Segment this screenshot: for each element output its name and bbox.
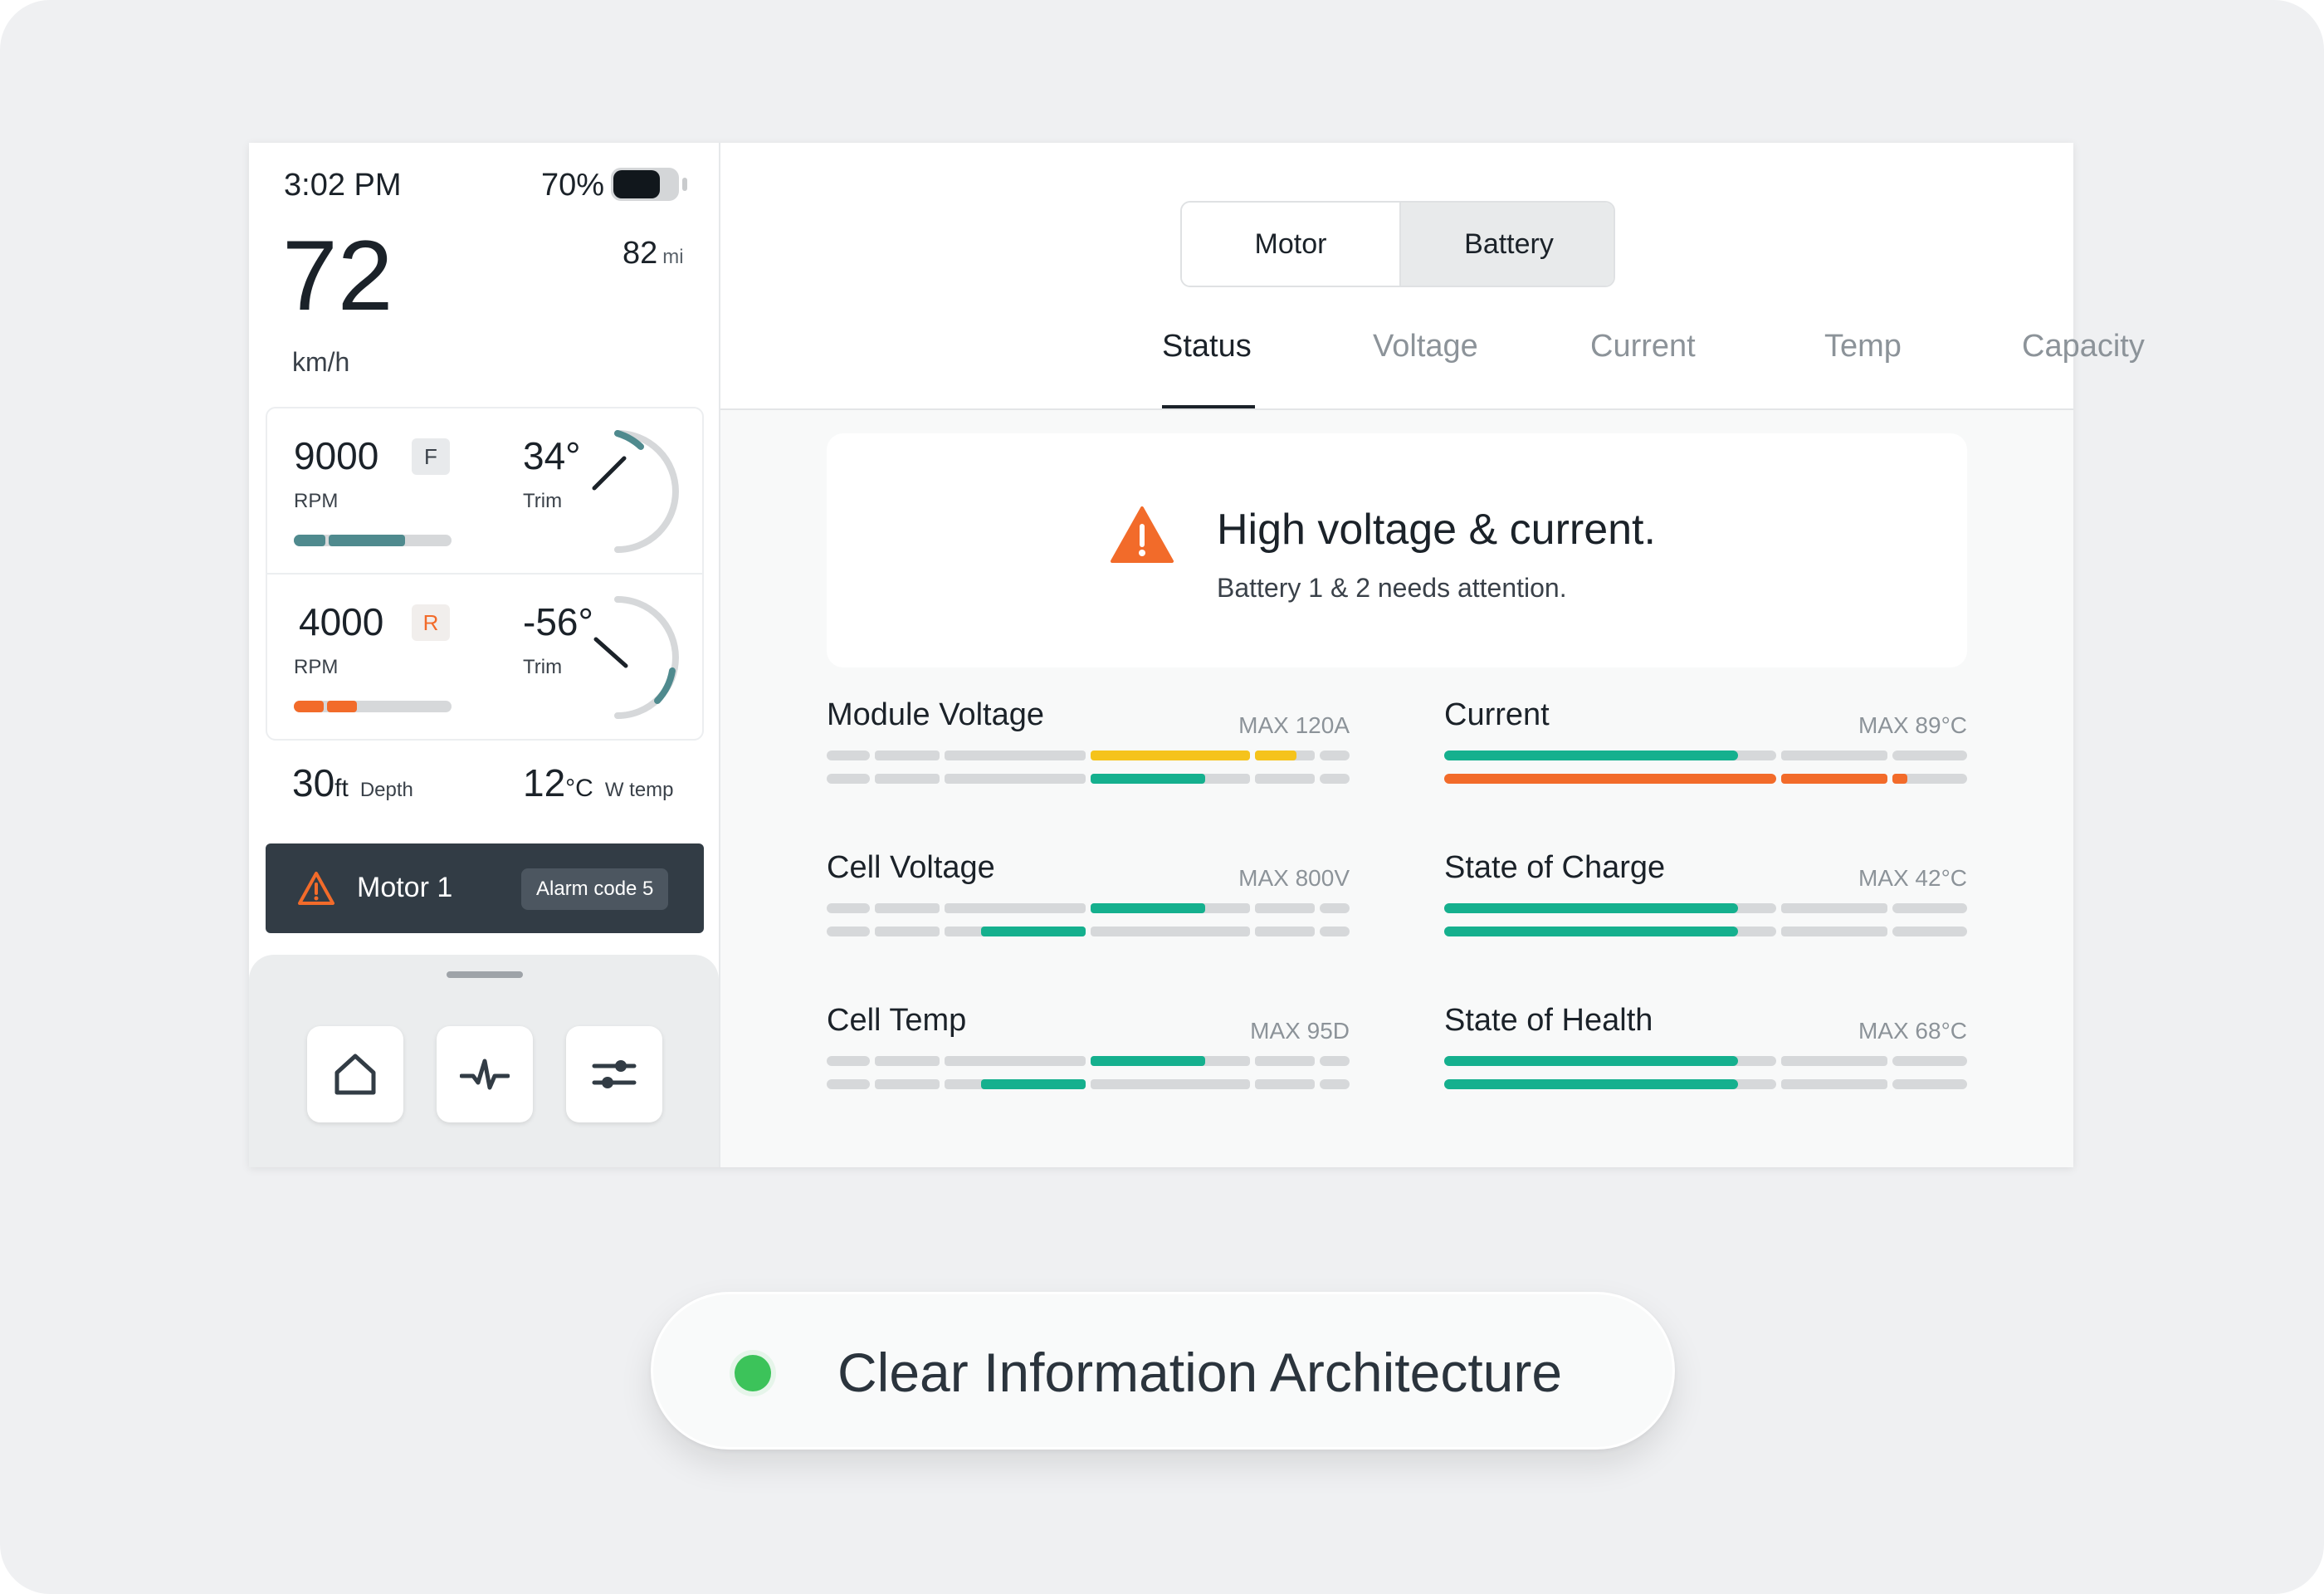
source-segmented-control: Motor Battery <box>1180 201 1615 287</box>
speed-value: 72 <box>282 220 393 331</box>
water-temp-value: 12 <box>523 761 566 804</box>
metric-max: MAX 800V <box>1238 865 1350 891</box>
depth-unit: ft <box>334 775 349 802</box>
depth-label: Depth <box>359 779 413 801</box>
metric-name: Module Voltage <box>827 697 1044 732</box>
metric-max: MAX 120A <box>1238 712 1350 738</box>
tab-capacity[interactable]: Capacity <box>2022 329 2145 364</box>
tab-current[interactable]: Current <box>1590 329 1696 364</box>
range-value: 82 <box>622 236 658 271</box>
metric-name: State of Health <box>1444 1003 1653 1038</box>
metric-state-of-charge: State of Charge MAX 42°C <box>1444 850 1967 958</box>
trim-label: Trim <box>523 656 563 678</box>
trim-label: Trim <box>523 490 563 512</box>
rpm-bar <box>294 535 452 546</box>
metric-bar <box>1444 1079 1967 1089</box>
metric-current: Current MAX 89°C <box>1444 697 1967 805</box>
gear-badge: F <box>412 438 450 475</box>
range-readout: 82 mi <box>622 236 684 271</box>
range-unit: mi <box>662 246 684 268</box>
metric-bar <box>1444 1056 1967 1066</box>
metric-bar <box>827 927 1350 936</box>
home-icon <box>334 1054 376 1095</box>
drawer-handle[interactable] <box>447 971 523 978</box>
settings-button[interactable] <box>566 1026 662 1122</box>
water-temp-unit: °C <box>565 775 593 802</box>
battery-percent: 70% <box>541 168 605 203</box>
alert-card: High voltage & current. Battery 1 & 2 ne… <box>827 433 1967 667</box>
metric-name: Current <box>1444 697 1550 732</box>
metric-name: Cell Voltage <box>827 850 995 885</box>
bottom-nav-tray <box>249 955 719 1167</box>
rpm-value: 4000 <box>299 600 384 643</box>
active-tab-indicator <box>1162 405 1255 408</box>
caption-pill: Clear Information Architecture <box>651 1292 1675 1450</box>
segment-motor[interactable]: Motor <box>1182 203 1399 286</box>
motor-row-reverse[interactable]: 4000 RPM R -56° Trim <box>267 575 702 741</box>
metric-max: MAX 68°C <box>1858 1018 1967 1044</box>
trim-value: -56° <box>523 600 593 643</box>
alarm-banner[interactable]: Motor 1 Alarm code 5 <box>266 843 704 933</box>
metric-name: State of Charge <box>1444 850 1666 885</box>
caption-text: Clear Information Architecture <box>837 1342 1563 1403</box>
metric-bar <box>827 903 1350 913</box>
metric-module-voltage: Module Voltage MAX 120A <box>827 697 1350 805</box>
metric-state-of-health: State of Health MAX 68°C <box>1444 1003 1967 1111</box>
motor-row-forward[interactable]: 9000 RPM F 34° Trim <box>267 408 702 575</box>
status-dot-icon <box>735 1355 771 1391</box>
activity-button[interactable] <box>437 1026 533 1122</box>
pulse-icon <box>460 1059 510 1090</box>
tab-voltage[interactable]: Voltage <box>1373 329 1478 364</box>
rpm-value: 9000 <box>294 434 379 477</box>
metric-bar <box>1444 751 1967 760</box>
alarm-title: Motor 1 <box>357 872 453 903</box>
metric-max: MAX 89°C <box>1858 712 1967 738</box>
tab-status[interactable]: Status <box>1162 329 1252 364</box>
warning-icon <box>1111 506 1174 563</box>
metric-max: MAX 95D <box>1250 1018 1350 1044</box>
water-temp-readout: 12°C W temp <box>523 760 674 805</box>
warning-icon <box>298 872 334 905</box>
trim-gauge-icon <box>592 430 679 553</box>
water-temp-label: W temp <box>604 779 674 801</box>
right-header: Motor Battery Status Voltage Current Tem… <box>720 143 2145 410</box>
left-panel: 3:02 PM 70% 72 km/h 82 mi 9000 RPM F 34°… <box>249 143 720 1167</box>
trim-gauge-icon <box>593 596 679 719</box>
metric-bar <box>1444 903 1967 913</box>
motor-card: 9000 RPM F 34° Trim 4000 RPM R -56° Trim <box>266 407 704 741</box>
sliders-icon <box>592 1060 637 1088</box>
metric-name: Cell Temp <box>827 1003 967 1038</box>
alarm-code-badge: Alarm code 5 <box>521 868 669 910</box>
canvas: 3:02 PM 70% 72 km/h 82 mi 9000 RPM F 34°… <box>0 0 2324 1594</box>
metric-max: MAX 42°C <box>1858 865 1967 891</box>
segment-battery[interactable]: Battery <box>1399 203 1614 286</box>
depth-readout: 30ft Depth <box>292 760 413 805</box>
metric-cell-temp: Cell Temp MAX 95D <box>827 1003 1350 1111</box>
dashboard-screen: 3:02 PM 70% 72 km/h 82 mi 9000 RPM F 34°… <box>249 143 2145 1167</box>
metric-bar <box>1444 927 1967 936</box>
trim-value: 34° <box>523 434 581 477</box>
rpm-bar <box>294 701 452 712</box>
metric-bar <box>827 751 1350 760</box>
battery-icon <box>611 168 687 201</box>
metric-bar <box>827 1079 1350 1089</box>
right-panel: Motor Battery Status Voltage Current Tem… <box>720 143 2145 1167</box>
rpm-label: RPM <box>294 656 339 678</box>
speed-unit: km/h <box>292 347 350 377</box>
battery-level-fill <box>613 170 660 198</box>
rpm-label: RPM <box>294 490 339 512</box>
metric-bar <box>827 1056 1350 1066</box>
depth-value: 30 <box>292 761 335 804</box>
alert-title: High voltage & current. <box>1217 506 1656 554</box>
gear-badge: R <box>412 604 450 641</box>
alert-subtitle: Battery 1 & 2 needs attention. <box>1217 573 1567 603</box>
metric-bar <box>1444 774 1967 784</box>
metric-cell-voltage: Cell Voltage MAX 800V <box>827 850 1350 958</box>
tab-temp[interactable]: Temp <box>1824 329 1902 364</box>
clock: 3:02 PM <box>284 168 402 203</box>
home-button[interactable] <box>307 1026 403 1122</box>
metric-bar <box>827 774 1350 784</box>
